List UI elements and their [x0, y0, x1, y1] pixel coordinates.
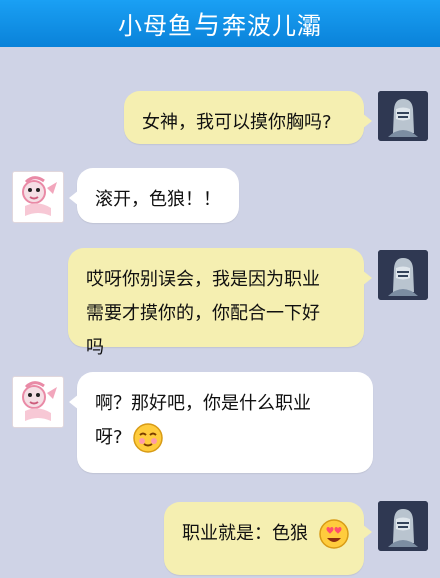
message-text-with-emoji: 呀? — [95, 421, 355, 455]
blush-face-icon — [132, 422, 164, 454]
chat-title-right-name: 奔波儿灞 — [222, 12, 322, 40]
sender-avatar-knight[interactable] — [378, 250, 428, 300]
message-text: 吗 — [86, 337, 104, 358]
knight-avatar-icon — [378, 91, 428, 141]
message-text: 哎呀你别误会，我是因为职业 — [86, 269, 320, 290]
message-text: 需要才摸你的，你配合一下好 — [86, 303, 320, 324]
heart-eyes-icon — [318, 518, 350, 550]
knight-avatar-icon — [378, 250, 428, 300]
sender-avatar-knight[interactable] — [378, 501, 428, 551]
message-bubble-4: 啊？那好吧，你是什么职业 呀? — [69, 372, 373, 473]
girl-avatar-icon — [13, 377, 63, 427]
chat-title-left-name: 小母鱼 — [117, 12, 193, 40]
message-bubble-1: 女神，我可以摸你胸吗? — [124, 91, 372, 144]
message-text: 职业就是：色狼 — [182, 523, 308, 544]
message-text: 啊？那好吧，你是什么职业 — [95, 393, 311, 414]
message-bubble-2: 滚开，色狼！！ — [69, 168, 239, 223]
receiver-avatar-girl[interactable] — [12, 171, 64, 223]
message-bubble-3: 哎呀你别误会，我是因为职业 需要才摸你的，你配合一下好 吗 — [68, 248, 372, 358]
message-text: 呀? — [95, 427, 123, 448]
chat-window: 小母鱼 与 奔波儿灞 女神，我可以摸你胸吗? 滚开，色狼！！ 哎呀你别误会，我是… — [0, 0, 440, 578]
receiver-avatar-girl[interactable] — [12, 376, 64, 428]
message-bubble-5: 职业就是：色狼 — [164, 502, 372, 575]
chat-title-joiner: 与 — [193, 11, 221, 41]
chat-title-bar: 小母鱼 与 奔波儿灞 — [0, 0, 440, 47]
sender-avatar-knight[interactable] — [378, 91, 428, 141]
girl-avatar-icon — [13, 172, 63, 222]
message-text: 滚开，色狼！！ — [95, 189, 221, 210]
message-text: 女神，我可以摸你胸吗? — [142, 112, 332, 133]
knight-avatar-icon — [378, 501, 428, 551]
message-text-with-emoji: 职业就是：色狼 — [182, 517, 349, 551]
